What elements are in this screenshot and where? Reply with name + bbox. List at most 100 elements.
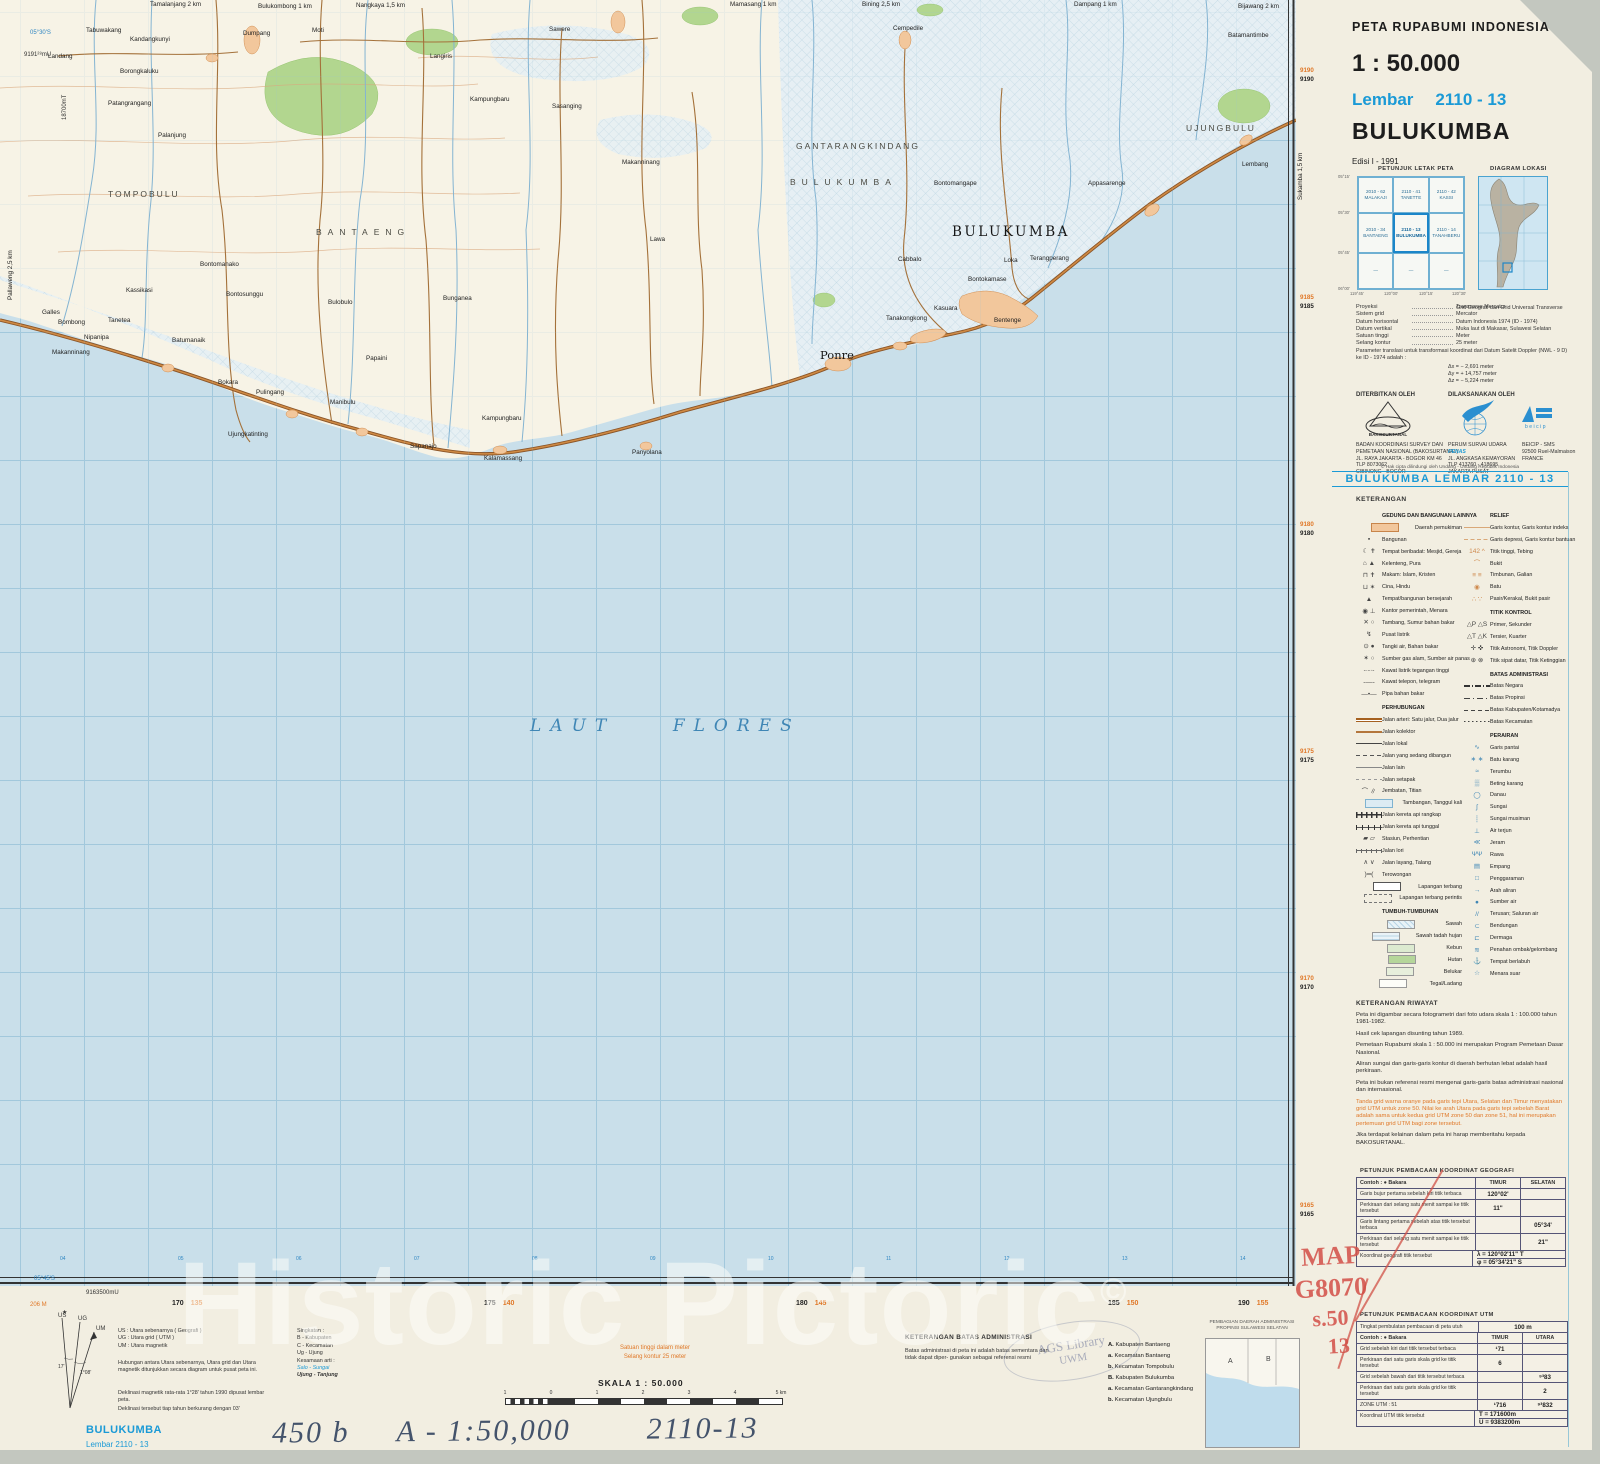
legend-item: ≈Terumbu (1464, 766, 1566, 778)
legend-symbol: △P △S (1464, 620, 1490, 629)
scale-tick-label: 2 (642, 1390, 645, 1396)
legend-item: Daerah pemukiman (1356, 522, 1462, 534)
index-map-title: PETUNJUK LETAK PETA (1378, 166, 1454, 172)
scale-tick-label: 4 (734, 1390, 737, 1396)
legend-title: KETERANGAN (1356, 496, 1407, 503)
history-paragraphs: Peta ini digambar secara fotogrametri da… (1356, 1012, 1564, 1151)
utm-grid-land (0, 0, 1296, 1286)
angle-108: 1°08' (80, 1370, 91, 1376)
geo-col-timur: TIMUR (1475, 1178, 1520, 1188)
legend-item: ☆Menara suar (1464, 968, 1566, 980)
legend-item: ⊔ ✶Cina, Hindu (1356, 581, 1462, 593)
declination-note-2: Deklinasi magnetik rata-rata 1°28' tahun… (118, 1390, 268, 1405)
legend-item: ↯Pusat listrik (1356, 629, 1462, 641)
legend-symbol (1356, 811, 1382, 820)
legend-item: Jalan kolektor (1356, 726, 1462, 738)
geo-col-selatan: SELATAN (1520, 1178, 1565, 1188)
index-cell: 2010 - 62MALAKAJI (1358, 177, 1393, 213)
legend-symbol (1464, 694, 1490, 703)
scale-bar-subdivision (506, 1399, 552, 1404)
utm-col-timur: TIMUR (1477, 1333, 1522, 1343)
legend-symbol (1464, 682, 1490, 691)
scale-bar-strip (505, 1398, 783, 1405)
legend-item: Tegal/Ladang (1356, 978, 1462, 990)
legend-symbol: 142 ^ (1464, 547, 1490, 556)
legend-item: Jalan kereta api tunggal (1356, 821, 1462, 833)
legend-symbol (1356, 716, 1382, 725)
legend-symbol: ▤ (1464, 862, 1490, 871)
metadata-row: Satuan tinggiMeter (1356, 332, 1564, 339)
legend-symbol (1379, 979, 1407, 988)
handwritten-catalog-note: 450 b A - 1:50,000 2110-13 (272, 1411, 759, 1450)
legend-item: ∿Garis pantai (1464, 742, 1566, 754)
utm-u-value: U = 9383200m (1479, 1418, 1567, 1426)
legend-symbol (1386, 967, 1414, 976)
legend-item: Jalan lokal (1356, 738, 1462, 750)
stamp-line: G8070 (1294, 1271, 1368, 1305)
legend-symbol (1371, 523, 1399, 532)
legend-symbol: → (1464, 886, 1490, 895)
legend-symbol (1356, 739, 1382, 748)
legend-item: ⌒ ∥Jembatan, Titian (1356, 785, 1462, 797)
legend-item: ⊏Dermaga (1464, 932, 1566, 944)
legend-item: Jalan setapak (1356, 774, 1462, 786)
legend-symbol (1356, 823, 1382, 832)
legend-item: BATAS ADMINISTRASI (1464, 669, 1566, 681)
legend-item: ▒Beting karang (1464, 778, 1566, 790)
penas-brand: PENAS (1448, 449, 1466, 455)
legend-item: ◉ ⊥Kantor pemerintah, Menara (1356, 605, 1462, 617)
legend-item: ⊥Air terjun (1464, 825, 1566, 837)
admin-item: a. Kecamatan Gantarangkindang (1108, 1384, 1193, 1395)
legend-item: ⊓ ✝Makam: Islam, Kristen (1356, 569, 1462, 581)
legend-item: —•—Pipa bahan bakar (1356, 688, 1462, 700)
history-title: KETERANGAN RIWAYAT (1356, 1000, 1438, 1007)
legend-item: -·-·-Kawat listrik tegangan tinggi (1356, 665, 1462, 677)
legend-symbol: ⊕ ⊗ (1464, 656, 1490, 665)
admin-b: B (1266, 1356, 1271, 1363)
index-lat-label: 05°45' (1338, 250, 1350, 255)
legend-symbol: ∧ ∨ (1356, 858, 1382, 867)
history-paragraph: Tanda grid warna oranye pada garis tepi … (1356, 1099, 1564, 1129)
grid-northing-label: 91759175 (1300, 749, 1330, 764)
legend-symbol: ↯ (1356, 630, 1382, 639)
index-cell: 2110 - 42KASSI (1429, 177, 1464, 213)
address-line: JL. ANGKASA KEMAYORAN (1448, 456, 1518, 463)
footer-sheet-number: Lembar 2110 - 13 (86, 1440, 149, 1449)
legend-symbol (1356, 775, 1382, 784)
grid-northing-label: 91809180 (1300, 522, 1330, 537)
legend-symbol (1356, 751, 1382, 760)
geo-row: Garis bujur pertama sebelah kiri titik t… (1357, 1188, 1565, 1199)
footer-sheet-name: BULUKUMBA (86, 1424, 162, 1436)
index-cell: 2110 - 13BULUKUMBA (1393, 213, 1428, 253)
legend-item: //Terusan; Saluran air (1464, 908, 1566, 920)
legend-item: Jalan yang sedang dibangun (1356, 750, 1462, 762)
legend-item: -––-Kawat telepon, telegram (1356, 676, 1462, 688)
scale-tick-label: 0 (550, 1390, 553, 1396)
history-paragraph: Peta ini digambar secara fotogrametri da… (1356, 1012, 1564, 1027)
index-lon-label: 119°45' (1350, 291, 1364, 296)
legend-item: Hutan (1356, 954, 1462, 966)
legend-symbol (1356, 846, 1382, 855)
scale-tick-label: 1 (504, 1390, 507, 1396)
history-paragraph: Pemetaan Rupabumi skala 1 : 50.000 ini m… (1356, 1042, 1564, 1057)
legend-symbol: ⊔ ✶ (1356, 583, 1382, 592)
legend-symbol: // (1464, 910, 1490, 919)
abbreviation-line: Ujung - Tanjung (297, 1372, 338, 1379)
legend-item: ☾ ✝Tempat beribadat: Mesjid, Gereja (1356, 546, 1462, 558)
grid-easting-label: 190155 (1238, 1300, 1268, 1307)
legend-symbol: ⊙ ● (1356, 642, 1382, 651)
legend-item: PERHUBUNGAN (1356, 702, 1462, 714)
topographic-map-graphic (0, 0, 1296, 1286)
grid-northing-label: 91859185 (1300, 295, 1330, 310)
legend-symbol (1372, 932, 1400, 941)
legend-symbol: ⌒ ∥ (1356, 787, 1382, 796)
address-line: BADAN KOORDINASI SURVEY DAN (1356, 442, 1458, 449)
legend-symbol: ≈ (1464, 767, 1490, 776)
history-paragraph: Hasil cek lapangan disunting tahun 1989. (1356, 1031, 1564, 1038)
legend-item: Jalan arteri: Satu jalur, Dua jalur (1356, 714, 1462, 726)
admin-item: B. Kabupaten Bulukumba (1108, 1373, 1193, 1384)
legend-item: Jalan lain (1356, 762, 1462, 774)
metadata-row: Datum horisontalDatum Indonesia 1974 (ID… (1356, 317, 1564, 324)
index-cell: — (1393, 253, 1428, 289)
legend-symbol (1356, 727, 1382, 736)
